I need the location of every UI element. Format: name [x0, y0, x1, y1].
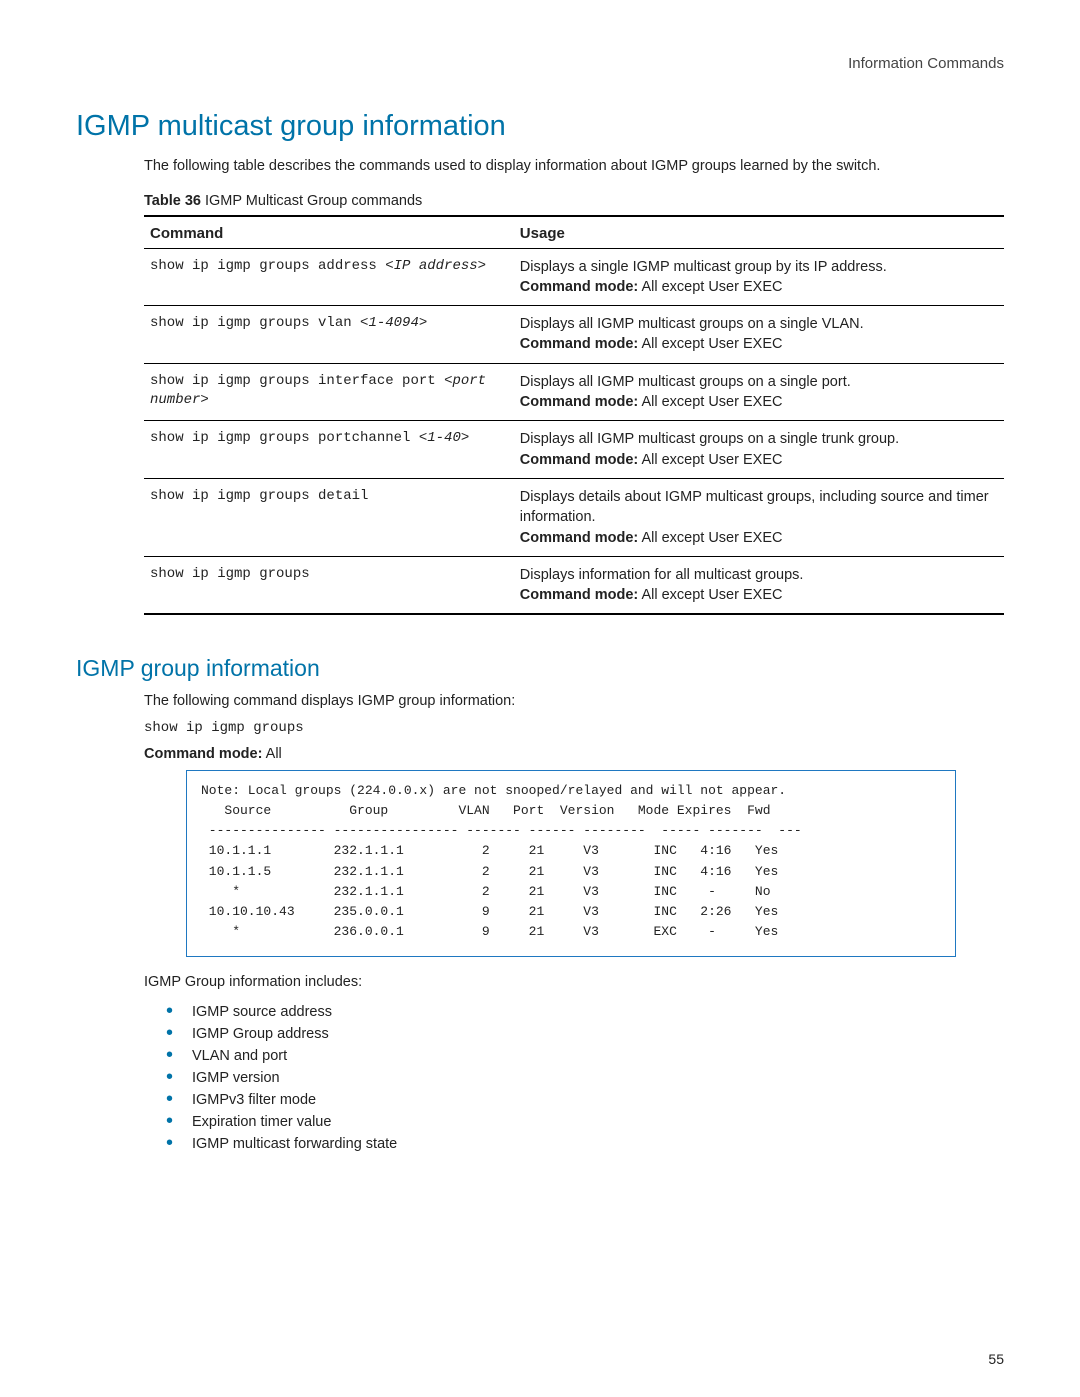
page-number: 55: [988, 1351, 1004, 1367]
command-text: show ip igmp groups portchannel: [150, 430, 419, 446]
includes-paragraph: IGMP Group information includes:: [144, 973, 1004, 993]
usage-desc: Displays a single IGMP multicast group b…: [520, 259, 887, 275]
list-item: Expiration timer value: [166, 1111, 1004, 1133]
table-caption: Table 36 IGMP Multicast Group commands: [144, 193, 1004, 209]
table-row: show ip igmp groups interface port <port…: [144, 363, 1004, 421]
mode-label: Command mode:: [520, 452, 638, 468]
mode-value: All except User EXEC: [638, 394, 782, 410]
usage-desc: Displays all IGMP multicast groups on a …: [520, 374, 851, 390]
table-row: show ip igmp groups vlan <1-4094> Displa…: [144, 306, 1004, 364]
bullet-list: IGMP source address IGMP Group address V…: [166, 1001, 1004, 1155]
usage-desc: Displays all IGMP multicast groups on a …: [520, 431, 899, 447]
list-item: IGMP version: [166, 1067, 1004, 1089]
section-paragraph: The following command displays IGMP grou…: [144, 692, 1004, 712]
mode-value: All except User EXEC: [638, 279, 782, 295]
command-text: show ip igmp groups: [150, 566, 310, 582]
intro-paragraph: The following table describes the comman…: [144, 157, 1004, 177]
command-text: show ip igmp groups detail: [150, 488, 368, 504]
command-table: Command Usage show ip igmp groups addres…: [144, 215, 1004, 616]
mode-label: Command mode:: [144, 746, 262, 762]
mode-value: All except User EXEC: [638, 530, 782, 546]
command-mode-line: Command mode: All: [144, 746, 1004, 762]
mode-label: Command mode:: [520, 394, 638, 410]
command-arg: <IP address>: [385, 258, 486, 274]
mode-label: Command mode:: [520, 336, 638, 352]
usage-desc: Displays details about IGMP multicast gr…: [520, 489, 989, 525]
usage-desc: Displays information for all multicast g…: [520, 567, 804, 583]
table-row: show ip igmp groups Displays information…: [144, 556, 1004, 614]
page-title: IGMP multicast group information: [76, 110, 1004, 143]
command-arg: <1-40>: [419, 430, 469, 446]
table-row: show ip igmp groups portchannel <1-40> D…: [144, 421, 1004, 479]
inline-command: show ip igmp groups: [144, 720, 1004, 736]
usage-desc: Displays all IGMP multicast groups on a …: [520, 316, 864, 332]
list-item: IGMP multicast forwarding state: [166, 1133, 1004, 1155]
mode-label: Command mode:: [520, 279, 638, 295]
table-caption-label: Table 36: [144, 193, 201, 209]
table-header-command: Command: [144, 216, 514, 249]
list-item: VLAN and port: [166, 1045, 1004, 1067]
running-header: Information Commands: [76, 55, 1004, 72]
command-arg: <1-4094>: [360, 315, 427, 331]
section-heading: IGMP group information: [76, 655, 1004, 682]
command-text: show ip igmp groups interface port: [150, 373, 444, 389]
mode-label: Command mode:: [520, 587, 638, 603]
table-row: show ip igmp groups detail Displays deta…: [144, 478, 1004, 556]
mode-value: All except User EXEC: [638, 587, 782, 603]
mode-label: Command mode:: [520, 530, 638, 546]
mode-value: All: [262, 746, 281, 762]
command-text: show ip igmp groups address: [150, 258, 385, 274]
mode-value: All except User EXEC: [638, 452, 782, 468]
table-header-usage: Usage: [514, 216, 1004, 249]
output-codebox: Note: Local groups (224.0.0.x) are not s…: [186, 770, 956, 957]
table-row: show ip igmp groups address <IP address>…: [144, 248, 1004, 306]
command-text: show ip igmp groups vlan: [150, 315, 360, 331]
list-item: IGMP Group address: [166, 1023, 1004, 1045]
list-item: IGMPv3 filter mode: [166, 1089, 1004, 1111]
list-item: IGMP source address: [166, 1001, 1004, 1023]
table-caption-text: IGMP Multicast Group commands: [201, 193, 422, 209]
mode-value: All except User EXEC: [638, 336, 782, 352]
